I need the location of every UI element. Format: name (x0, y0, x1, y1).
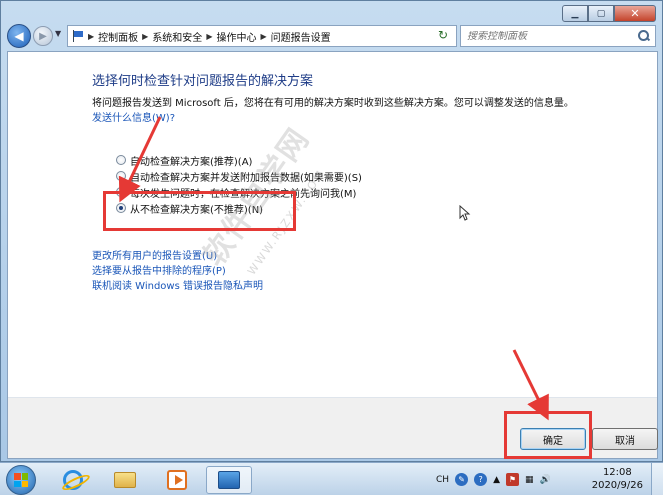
option-ask-each-time[interactable]: 每次发生问题时，在检查解决方案之前先询问我(M) (116, 184, 362, 200)
option-label: 自动检查解决方案并发送附加报告数据(如果需要)(S) (130, 172, 362, 184)
related-links: 更改所有用户的报告设置(U) 选择要从报告中排除的程序(P) 联机阅读 Wind… (92, 250, 263, 294)
radio-button[interactable] (116, 171, 126, 181)
close-button[interactable]: ✕ (614, 5, 656, 22)
breadcrumb-action-center[interactable]: 操作中心 (216, 29, 256, 44)
start-button[interactable] (6, 465, 36, 495)
radio-button[interactable] (116, 155, 126, 165)
page-description: 将问题报告发送到 Microsoft 后，您将在有可用的解决方案时收到这些解决方… (92, 98, 574, 109)
navigation-bar: ◀ ▶ ▼ ▶ 控制面板 ▶ 系统和安全 ▶ 操作中心 ▶ 问题报告设置 ▼ ↻ (7, 23, 658, 49)
action-center-flag-icon[interactable]: ⚑ (505, 473, 519, 486)
system-tray: CH ✎ ? ▲ ⚑ ▦ 🔊 (436, 463, 551, 495)
clock-date: 2020/9/26 (591, 480, 643, 491)
breadcrumb-system-security[interactable]: 系统和安全 (152, 29, 202, 44)
dialog-footer: 确定 取消 (8, 398, 658, 458)
radio-button-selected[interactable] (116, 203, 126, 213)
clock[interactable]: 12:08 2020/9/26 (592, 466, 643, 492)
search-input[interactable] (467, 30, 627, 42)
option-label: 每次发生问题时，在检查解决方案之前先询问我(M) (130, 188, 357, 200)
taskbar-explorer[interactable] (102, 466, 148, 494)
breadcrumb-problem-reporting[interactable]: 问题报告设置 (271, 29, 331, 44)
back-button[interactable]: ◀ (7, 24, 31, 48)
minimize-button[interactable]: ▁ (562, 5, 588, 22)
change-all-users-settings-link[interactable]: 更改所有用户的报告设置(U) (92, 250, 263, 264)
option-auto-check-send-data[interactable]: 自动检查解决方案并发送附加报告数据(如果需要)(S) (116, 168, 362, 184)
show-desktop-button[interactable] (651, 463, 663, 495)
what-info-sent-link[interactable]: 发送什么信息(W)? (92, 109, 175, 124)
ok-button[interactable]: 确定 (520, 428, 586, 450)
flag-icon (72, 30, 84, 42)
breadcrumb-control-panel[interactable]: 控制面板 (98, 29, 138, 44)
help-icon[interactable]: ? (474, 473, 488, 486)
search-box[interactable] (460, 25, 656, 47)
taskbar: CH ✎ ? ▲ ⚑ ▦ 🔊 12:08 2020/9/26 (0, 462, 663, 495)
cancel-button[interactable]: 取消 (592, 428, 658, 450)
window-controls: ▁ ▢ ✕ (562, 5, 656, 22)
tray-expand-icon[interactable]: ▲ (493, 475, 500, 485)
volume-icon[interactable]: 🔊 (540, 475, 551, 485)
taskbar-internet-explorer[interactable] (50, 466, 96, 494)
exclude-programs-link[interactable]: 选择要从报告中排除的程序(P) (92, 265, 263, 279)
chevron-right-icon: ▶ (88, 31, 95, 41)
option-auto-check[interactable]: 自动检查解决方案(推荐)(A) (116, 152, 362, 168)
language-indicator[interactable]: CH (436, 475, 449, 485)
network-icon[interactable]: ▦ (525, 475, 534, 485)
input-method-icon[interactable]: ✎ (455, 473, 469, 486)
internet-explorer-icon (63, 470, 83, 490)
clock-time: 12:08 (602, 467, 632, 478)
chevron-right-icon: ▶ (260, 31, 267, 41)
window: ▁ ▢ ✕ ◀ ▶ ▼ ▶ 控制面板 ▶ 系统和安全 ▶ 操作中心 ▶ 问题报告… (0, 0, 663, 462)
search-icon[interactable] (637, 29, 651, 43)
option-label: 从不检查解决方案(不推荐)(N) (130, 204, 264, 216)
maximize-button[interactable]: ▢ (588, 5, 614, 22)
content-pane: 选择何时检查针对问题报告的解决方案 将问题报告发送到 Microsoft 后，您… (7, 51, 658, 459)
taskbar-control-panel[interactable] (206, 466, 252, 494)
recent-pages-dropdown[interactable]: ▼ (55, 29, 61, 38)
media-player-icon (167, 470, 187, 490)
radio-button[interactable] (116, 187, 126, 197)
address-bar[interactable]: ▶ 控制面板 ▶ 系统和安全 ▶ 操作中心 ▶ 问题报告设置 ▼ (67, 25, 457, 47)
windows-logo-icon (14, 473, 28, 487)
chevron-right-icon: ▶ (142, 31, 149, 41)
forward-button[interactable]: ▶ (33, 26, 53, 46)
option-never-check[interactable]: 从不检查解决方案(不推荐)(N) (116, 200, 362, 216)
control-panel-icon (218, 471, 240, 489)
mouse-cursor-icon (459, 205, 471, 221)
chevron-right-icon: ▶ (206, 31, 213, 41)
solution-check-options: 自动检查解决方案(推荐)(A) 自动检查解决方案并发送附加报告数据(如果需要)(… (116, 152, 362, 216)
refresh-icon[interactable]: ↻ (435, 27, 451, 43)
option-label: 自动检查解决方案(推荐)(A) (130, 156, 253, 168)
page-title: 选择何时检查针对问题报告的解决方案 (92, 74, 314, 89)
taskbar-media-player[interactable] (154, 466, 200, 494)
privacy-statement-link[interactable]: 联机阅读 Windows 错误报告隐私声明 (92, 280, 263, 294)
folder-icon (114, 472, 136, 488)
